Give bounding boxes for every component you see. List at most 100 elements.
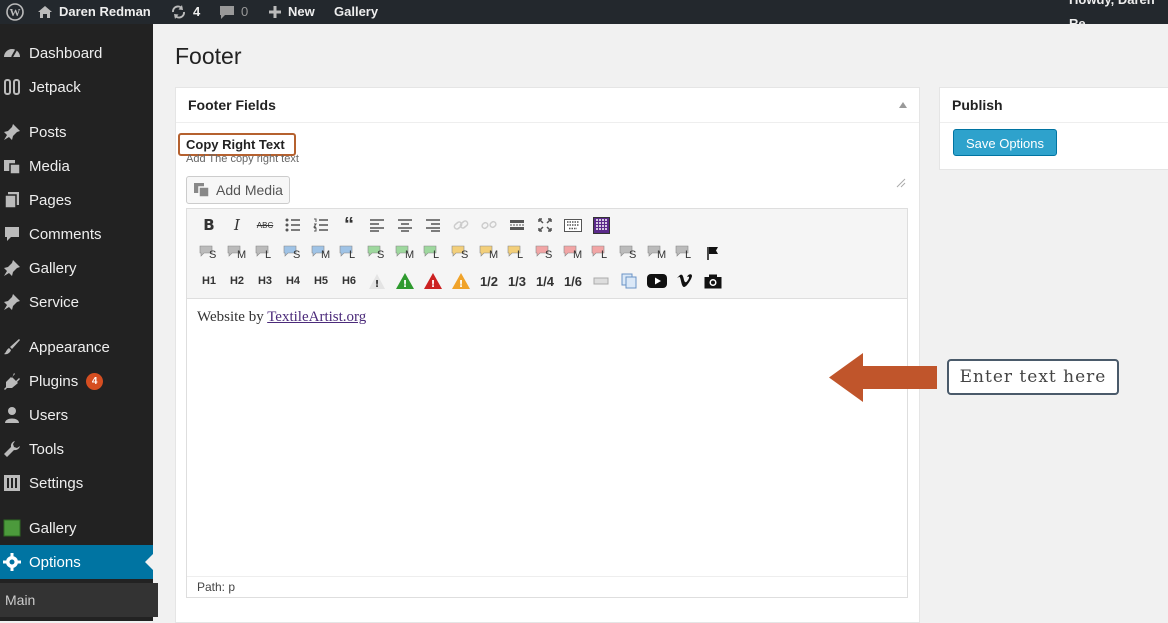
shortcode-size-label: L (601, 249, 608, 261)
shortcode-size-button[interactable]: L (253, 243, 277, 263)
sidebar-item-pages[interactable]: Pages (0, 183, 153, 217)
fullscreen-button[interactable] (533, 215, 557, 235)
numbered-list-button[interactable] (309, 215, 333, 235)
heading-5-button[interactable]: H5 (309, 271, 333, 291)
resize-handle-icon[interactable] (894, 175, 906, 188)
editor-toolbar: B I ABC “ S M L S M L S M L S M L S M L … (187, 209, 907, 299)
shortcode-size-button[interactable]: L (505, 243, 529, 263)
column-quarter-button[interactable]: 1/4 (533, 271, 557, 291)
comments-link[interactable]: 0 (219, 0, 248, 24)
heading-2-button[interactable]: H2 (225, 271, 249, 291)
new-content-link[interactable]: New (268, 0, 315, 24)
shortcode-size-label: M (573, 249, 583, 261)
shortcode-size-button[interactable]: S (281, 243, 305, 263)
blockquote-button[interactable]: “ (337, 214, 361, 236)
success-alert-button[interactable]: ! (393, 271, 417, 291)
collapse-toggle-icon[interactable] (899, 102, 907, 108)
editor-content[interactable]: Website by TextileArtist.org (197, 309, 366, 326)
bold-button[interactable]: B (197, 215, 221, 235)
sidebar-item-posts[interactable]: Posts (0, 115, 153, 149)
wordpress-logo-icon[interactable]: W (6, 0, 24, 24)
strikethrough-button[interactable]: ABC (253, 215, 277, 235)
field-description: Add The copy right text (186, 153, 299, 165)
align-right-button[interactable] (421, 215, 445, 235)
sidebar-item-dashboard[interactable]: Dashboard (0, 36, 153, 70)
sidebar-item-users[interactable]: Users (0, 398, 153, 432)
sidebar-item-gallery[interactable]: Gallery (0, 251, 153, 285)
camera-button[interactable] (701, 271, 725, 291)
align-center-button[interactable] (393, 215, 417, 235)
svg-text:W: W (10, 7, 21, 19)
shortcode-size-label: L (349, 249, 356, 261)
unlink-button[interactable] (477, 215, 501, 235)
sidebar-item-settings[interactable]: Settings (0, 466, 153, 500)
callout-box: Enter text here (947, 359, 1119, 395)
gallery-link[interactable]: Gallery (334, 0, 378, 24)
shortcode-size-label: M (237, 249, 247, 261)
column-half-button[interactable]: 1/2 (477, 271, 501, 291)
vimeo-button[interactable] (673, 271, 697, 291)
fullscreen-icon (538, 218, 552, 232)
shortcode-size-button[interactable]: M (393, 243, 417, 263)
sidebar-item-options[interactable]: Options (0, 545, 153, 579)
sidebar-item-label: Media (29, 157, 70, 175)
shortcode-size-button[interactable]: L (673, 243, 697, 263)
gear-icon (3, 553, 21, 571)
shortcode-size-button[interactable]: S (197, 243, 221, 263)
shortcode-size-button[interactable]: L (337, 243, 361, 263)
heading-6-button[interactable]: H6 (337, 271, 361, 291)
column-third-button[interactable]: 1/3 (505, 271, 529, 291)
sidebar-item-jetpack[interactable]: Jetpack (0, 70, 153, 104)
sidebar-item-appearance[interactable]: Appearance (0, 330, 153, 364)
toolbar-toggle-button[interactable] (561, 215, 585, 235)
column-sixth-button[interactable]: 1/6 (561, 271, 585, 291)
sidebar-item-plugins[interactable]: Plugins 4 (0, 364, 153, 398)
shortcode-size-label: S (545, 249, 553, 261)
align-left-button[interactable] (365, 215, 389, 235)
account-greeting[interactable]: Howdy, Daren Re (1069, 0, 1168, 31)
shortcode-size-button[interactable]: S (533, 243, 557, 263)
submenu-item-main[interactable]: Main (0, 583, 158, 617)
notice-button[interactable]: ! (365, 271, 389, 291)
shortcode-size-button[interactable]: L (589, 243, 613, 263)
error-alert-button[interactable]: ! (421, 271, 445, 291)
content-link[interactable]: TextileArtist.org (267, 309, 366, 325)
shortcode-size-button[interactable]: M (477, 243, 501, 263)
site-name-link[interactable]: Daren Redman (37, 0, 151, 24)
sidebar-item-comments[interactable]: Comments (0, 217, 153, 251)
warning-alert-button[interactable]: ! (449, 271, 473, 291)
heading-4-button[interactable]: H4 (281, 271, 305, 291)
flag-button[interactable] (701, 243, 725, 263)
shortcode-size-button[interactable]: M (561, 243, 585, 263)
shortcode-size-button[interactable]: M (645, 243, 669, 263)
gallery-square-icon (3, 519, 21, 537)
sidebar-item-service[interactable]: Service (0, 285, 153, 319)
heading-1-button[interactable]: H1 (197, 271, 221, 291)
sidebar-item-label: Users (29, 406, 69, 424)
align-right-icon (426, 218, 440, 232)
copy-content-button[interactable] (617, 271, 641, 291)
spacer-button[interactable] (589, 271, 613, 291)
updates-link[interactable]: 4 (170, 0, 200, 24)
add-media-button[interactable]: Add Media (186, 176, 290, 204)
sidebar-item-tools[interactable]: Tools (0, 432, 153, 466)
shortcode-size-button[interactable]: M (309, 243, 333, 263)
shortcode-size-button[interactable]: L (421, 243, 445, 263)
shortcode-size-button[interactable]: S (617, 243, 641, 263)
insert-more-button[interactable] (505, 215, 529, 235)
sidebar-item-media[interactable]: Media (0, 149, 153, 183)
shortcode-size-button[interactable]: M (225, 243, 249, 263)
shortcode-size-button[interactable]: S (449, 243, 473, 263)
italic-button[interactable]: I (225, 215, 249, 235)
pin-icon (3, 123, 21, 141)
save-options-button[interactable]: Save Options (953, 129, 1057, 156)
shortcode-size-button[interactable]: S (365, 243, 389, 263)
sidebar-item-label: Tools (29, 440, 65, 458)
heading-3-button[interactable]: H3 (253, 271, 277, 291)
pages-icon (3, 191, 21, 209)
bullet-list-button[interactable] (281, 215, 305, 235)
insert-link-button[interactable] (449, 215, 473, 235)
youtube-button[interactable] (645, 271, 669, 291)
sidebar-item-gallery-plugin[interactable]: Gallery (0, 511, 153, 545)
table-grid-button[interactable] (589, 215, 613, 235)
